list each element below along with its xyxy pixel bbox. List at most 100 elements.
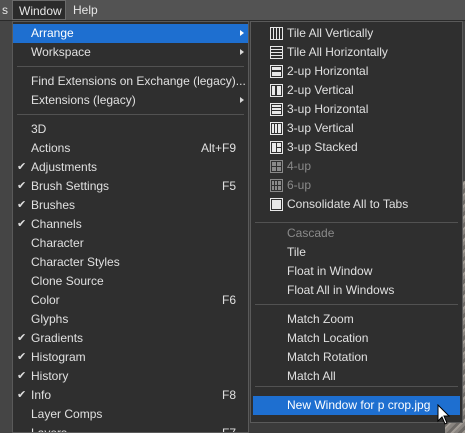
- menu-item-label: Float in Window: [287, 264, 373, 278]
- menu-item-label: Color: [31, 293, 60, 307]
- menu-item-new-window[interactable]: New Window for p crop.jpg: [253, 396, 460, 415]
- menu-item-label: 3D: [31, 122, 47, 136]
- checkmark-icon: ✔: [17, 161, 27, 173]
- menu-item-brushes[interactable]: ✔ Brushes: [13, 196, 248, 215]
- menu-item-consolidate-all-to-tabs[interactable]: Consolidate All to Tabs: [251, 195, 462, 214]
- menu-item-float-in-window[interactable]: Float in Window: [251, 262, 462, 281]
- checkmark-icon: ✔: [17, 180, 27, 192]
- menu-item-label: Tile All Horizontally: [287, 45, 388, 59]
- menu-item-label: 3-up Vertical: [287, 121, 354, 135]
- submenu-arrow-icon: [240, 49, 244, 55]
- menu-separator: [255, 386, 458, 387]
- menu-item-label: Extensions (legacy): [31, 93, 136, 107]
- menu-item-label: Arrange: [31, 26, 74, 40]
- menu-item-label: Match Zoom: [287, 312, 354, 326]
- menu-item-shortcut: F5: [221, 179, 236, 193]
- menu-item-match-rotation[interactable]: Match Rotation: [251, 348, 462, 367]
- menu-item-label: 3-up Stacked: [287, 140, 358, 154]
- menu-item-label: 2-up Vertical: [287, 83, 354, 97]
- checkmark-icon: ✔: [17, 218, 27, 230]
- window-menu: Arrange Workspace Find Extensions on Exc…: [12, 21, 249, 433]
- menu-item-label: Workspace: [31, 45, 91, 59]
- three-up-stacked-icon: [270, 141, 283, 154]
- menu-item-label: Brushes: [31, 198, 76, 212]
- menu-item-label: Actions: [31, 141, 71, 155]
- menu-item-4-up: 4-up: [251, 157, 462, 176]
- menu-item-label: Glyphs: [31, 312, 69, 326]
- menu-item-label: Cascade: [287, 226, 335, 240]
- checkmark-icon: ✔: [17, 370, 27, 382]
- two-up-horizontal-icon: [270, 65, 283, 78]
- menu-item-clone-source[interactable]: Clone Source: [13, 272, 248, 291]
- menu-item-label: Character Styles: [31, 255, 120, 269]
- menu-item-layer-comps[interactable]: Layer Comps: [13, 405, 248, 424]
- menu-item-history[interactable]: ✔ History: [13, 367, 248, 386]
- checkmark-icon: ✔: [17, 199, 27, 211]
- menu-item-histogram[interactable]: ✔ Histogram: [13, 348, 248, 367]
- menu-item-label: Channels: [31, 217, 82, 231]
- submenu-arrow-icon: [240, 30, 244, 36]
- menu-item-label: 3-up Horizontal: [287, 102, 369, 116]
- menu-item-label: Layer Comps: [31, 407, 103, 421]
- menu-item-shortcut: F8: [221, 388, 236, 402]
- menu-item-color[interactable]: Color F6: [13, 291, 248, 310]
- menu-item-match-all[interactable]: Match All: [251, 367, 462, 386]
- menu-item-channels[interactable]: ✔ Channels: [13, 215, 248, 234]
- menu-item-tile-all-horizontally[interactable]: Tile All Horizontally: [251, 43, 462, 62]
- menu-item-glyphs[interactable]: Glyphs: [13, 310, 248, 329]
- menu-item-extensions[interactable]: Extensions (legacy): [13, 91, 248, 110]
- tile-horizontal-icon: [270, 46, 283, 59]
- menu-item-character-styles[interactable]: Character Styles: [13, 253, 248, 272]
- menu-item-label: Find Extensions on Exchange (legacy)...: [31, 74, 246, 88]
- menu-item-3-up-stacked[interactable]: 3-up Stacked: [251, 138, 462, 157]
- menu-item-label: Consolidate All to Tabs: [287, 197, 409, 211]
- consolidate-tabs-icon: [270, 198, 283, 211]
- menu-item-2-up-horizontal[interactable]: 2-up Horizontal: [251, 62, 462, 81]
- menu-item-label: History: [31, 369, 69, 383]
- submenu-arrow-icon: [240, 97, 244, 103]
- menu-item-adjustments[interactable]: ✔ Adjustments: [13, 158, 248, 177]
- menu-item-3-up-horizontal[interactable]: 3-up Horizontal: [251, 100, 462, 119]
- menu-item-info[interactable]: ✔ Info F8: [13, 386, 248, 405]
- four-up-icon: [270, 160, 283, 173]
- menu-item-2-up-vertical[interactable]: 2-up Vertical: [251, 81, 462, 100]
- menu-item-label: Character: [31, 236, 84, 250]
- three-up-vertical-icon: [270, 122, 283, 135]
- menu-separator: [17, 66, 244, 67]
- background-workspace: [0, 21, 12, 433]
- menu-item-brush-settings[interactable]: ✔ Brush Settings F5: [13, 177, 248, 196]
- menu-item-gradients[interactable]: ✔ Gradients: [13, 329, 248, 348]
- menu-item-label: 2-up Horizontal: [287, 64, 369, 78]
- menu-item-label: 4-up: [287, 159, 312, 173]
- menu-help[interactable]: Help: [67, 0, 104, 20]
- menu-item-label: Info: [31, 388, 52, 402]
- menu-item-workspace[interactable]: Workspace: [13, 43, 248, 62]
- mouse-pointer-icon: [437, 404, 451, 425]
- menu-item-3-up-vertical[interactable]: 3-up Vertical: [251, 119, 462, 138]
- menu-item-match-zoom[interactable]: Match Zoom: [251, 310, 462, 329]
- three-up-horizontal-icon: [270, 103, 283, 116]
- menu-item-label: New Window for p crop.jpg: [287, 398, 431, 412]
- menu-item-label: Tile All Vertically: [287, 26, 374, 40]
- checkmark-icon: ✔: [17, 351, 27, 363]
- menu-item-character[interactable]: Character: [13, 234, 248, 253]
- menu-item-arrange[interactable]: Arrange: [13, 24, 248, 43]
- menu-item-label: Clone Source: [31, 274, 104, 288]
- menu-separator: [255, 304, 458, 305]
- menu-item-label: Layers: [31, 426, 68, 433]
- menu-item-shortcut: Alt+F9: [200, 141, 236, 155]
- menu-item-tile-all-vertically[interactable]: Tile All Vertically: [251, 24, 462, 43]
- menu-item-find-extensions[interactable]: Find Extensions on Exchange (legacy)...: [13, 72, 248, 91]
- menu-item-label: Brush Settings: [31, 179, 110, 193]
- menu-item-cascade: Cascade: [251, 224, 462, 243]
- arrange-submenu: Tile All Vertically Tile All Horizontally…: [250, 21, 463, 423]
- menu-item-tile[interactable]: Tile: [251, 243, 462, 262]
- checkmark-icon: ✔: [17, 332, 27, 344]
- menu-item-actions[interactable]: Actions Alt+F9: [13, 139, 248, 158]
- menu-window[interactable]: Window: [12, 0, 66, 20]
- menu-item-float-all-in-windows[interactable]: Float All in Windows: [251, 281, 462, 300]
- menu-item-layers[interactable]: Layers F7: [13, 424, 248, 433]
- menu-item-match-location[interactable]: Match Location: [251, 329, 462, 348]
- menu-item-3d[interactable]: 3D: [13, 120, 248, 139]
- menu-item-label: Tile: [287, 245, 306, 259]
